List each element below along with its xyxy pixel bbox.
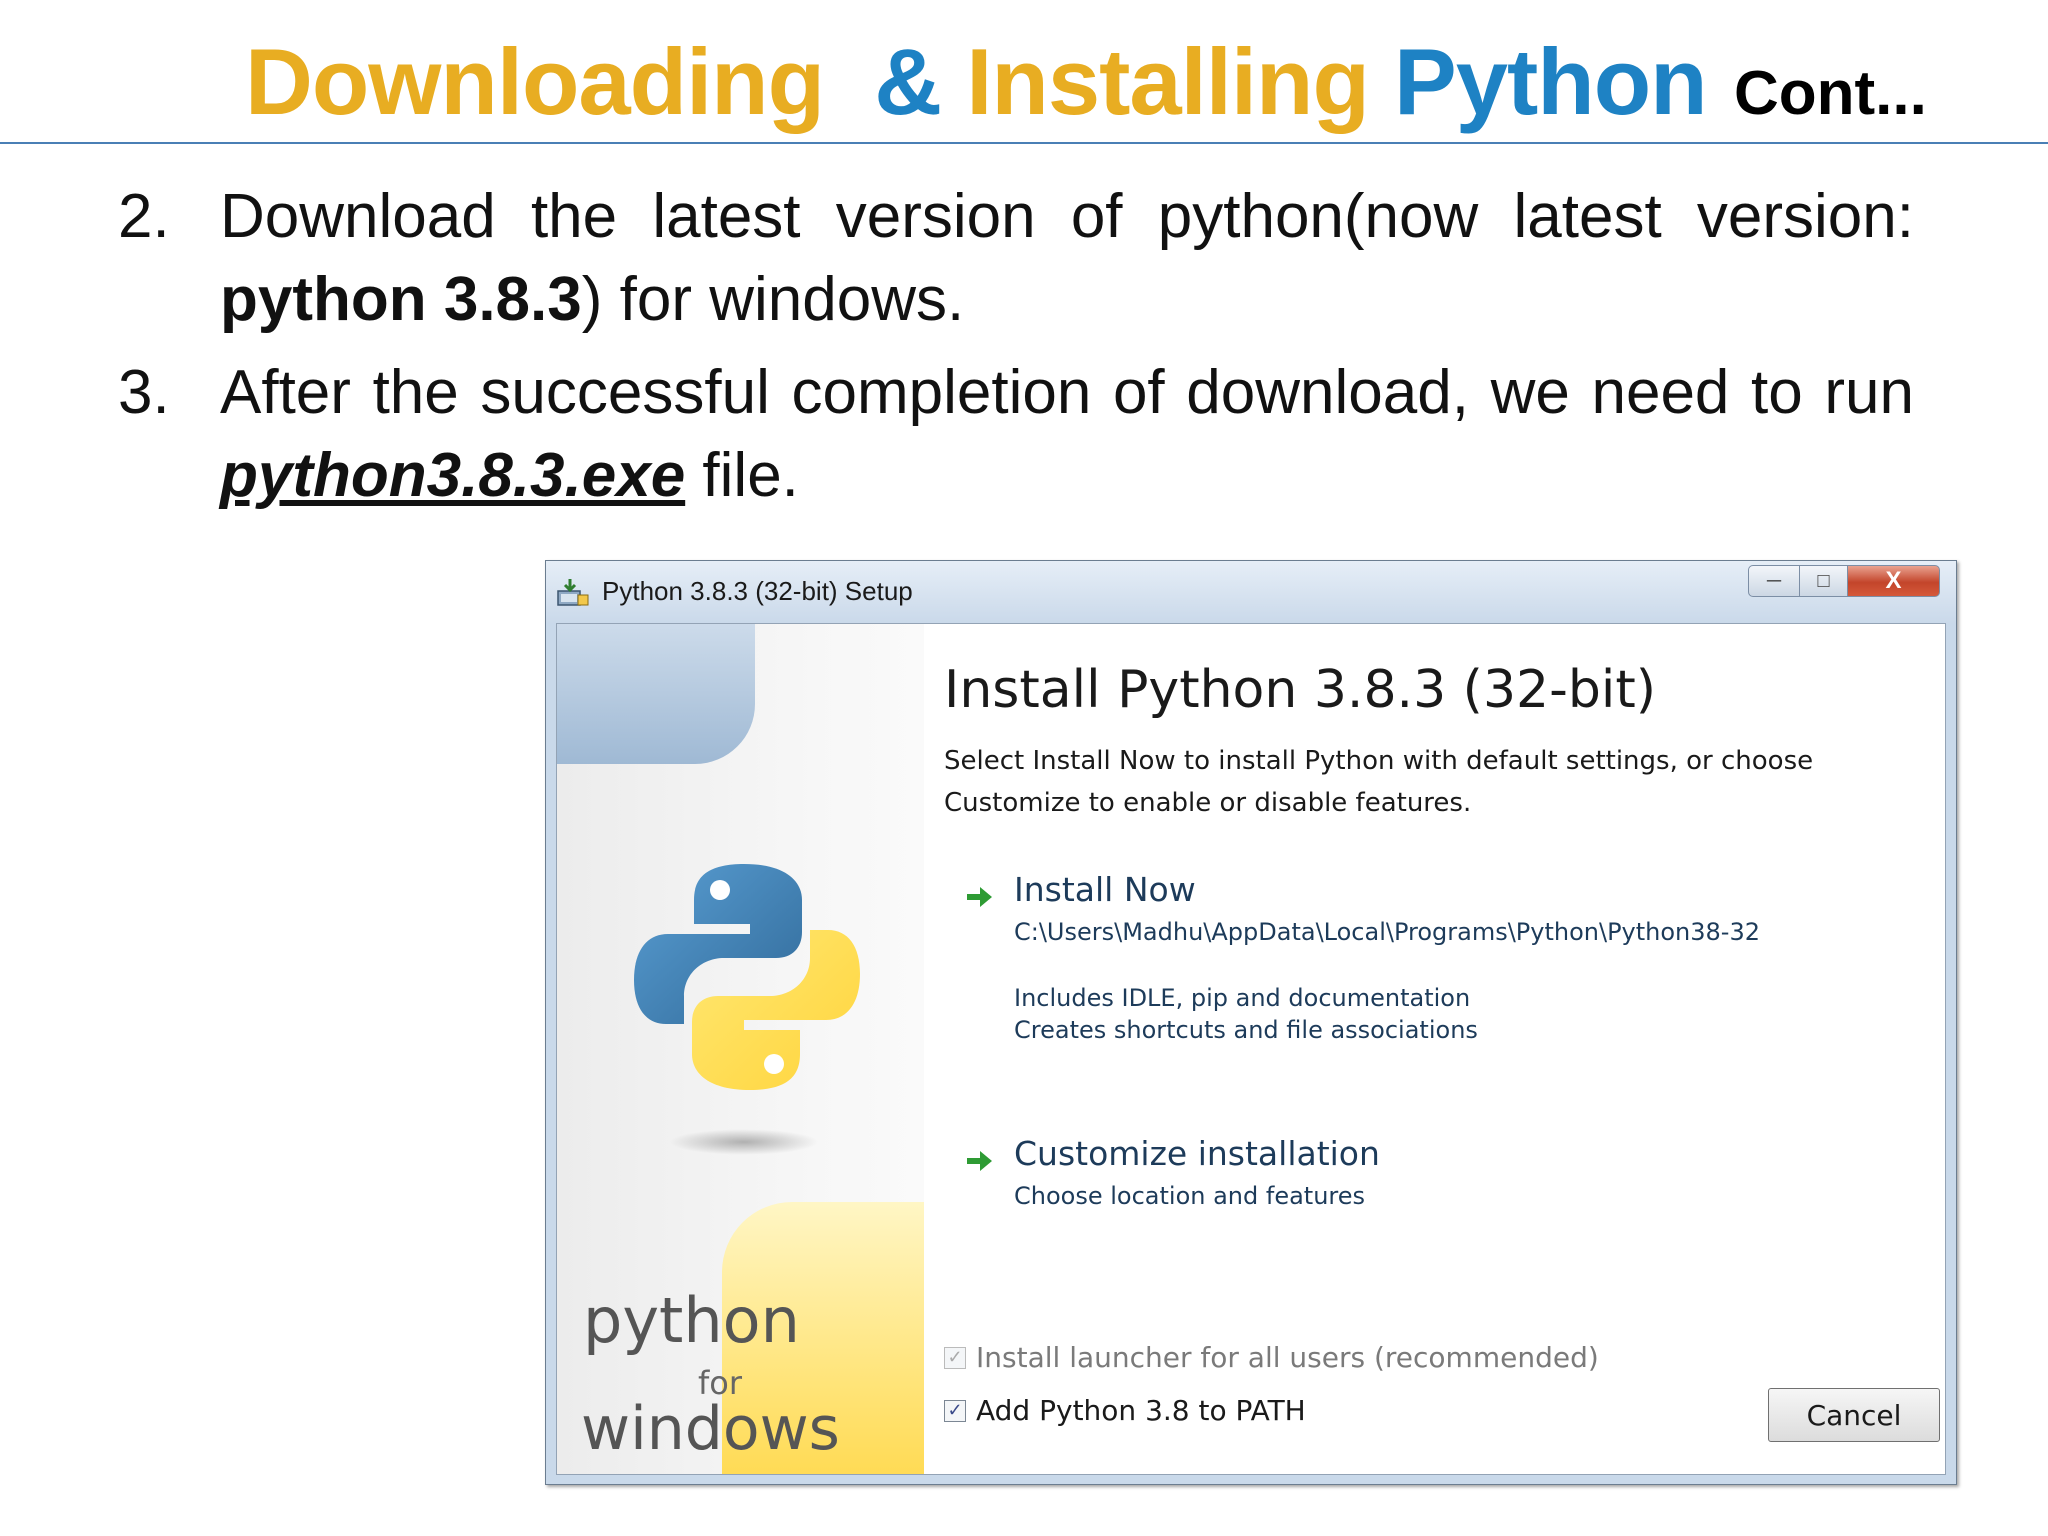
python-logo-icon xyxy=(634,864,860,1090)
dialog-titlebar[interactable]: Python 3.8.3 (32-bit) Setup ─ □ X xyxy=(546,561,1956,623)
dialog-description: Select Install Now to install Python wit… xyxy=(944,740,1813,824)
green-arrow-icon xyxy=(967,1151,992,1171)
step-number: 2. xyxy=(118,182,170,251)
step-text: Download the latest version of python(no… xyxy=(220,175,1914,341)
install-note: Creates shortcuts and file associations xyxy=(1014,1016,1478,1044)
title-word-downloading: Downloading xyxy=(245,29,825,134)
title-cont: Cont... xyxy=(1734,59,1927,128)
step-number: 3. xyxy=(118,358,170,427)
install-now-option[interactable]: Install Now C:\Users\Madhu\AppData\Local… xyxy=(964,870,1764,1060)
close-icon: X xyxy=(1885,567,1902,594)
install-launcher-label: Install launcher for all users (recommen… xyxy=(976,1341,1599,1374)
slide-title: Downloading & Installing Python Cont... xyxy=(0,18,2048,134)
list-item: 3. After the successful completion of do… xyxy=(118,351,1914,517)
step-version-bold: python 3.8.3 xyxy=(220,265,582,334)
customize-title: Customize installation xyxy=(1014,1134,1380,1173)
cancel-button[interactable]: Cancel xyxy=(1768,1388,1940,1442)
add-to-path-label: Add Python 3.8 to PATH xyxy=(976,1394,1306,1427)
dialog-client-area: python for windows Install Python 3.8.3 … xyxy=(556,623,1946,1475)
title-word-python: Python xyxy=(1394,29,1708,134)
installer-icon xyxy=(557,579,589,606)
title-word-installing: Installing xyxy=(966,29,1370,134)
install-now-title: Install Now xyxy=(1014,870,1196,909)
close-button[interactable]: X xyxy=(1848,565,1940,597)
description-line: Customize to enable or disable features. xyxy=(944,788,1472,818)
maximize-button[interactable]: □ xyxy=(1800,565,1848,597)
wordmark-windows: windows xyxy=(581,1394,840,1464)
dialog-main: Install Python 3.8.3 (32-bit) Select Ins… xyxy=(924,624,1945,1474)
maximize-icon: □ xyxy=(1817,569,1830,592)
slide-title-main: Downloading & Installing Python xyxy=(245,28,1708,136)
dialog-sidebar: python for windows xyxy=(557,624,924,1474)
title-ampersand: & xyxy=(874,29,942,134)
add-to-path-checkbox[interactable]: ✓ Add Python 3.8 to PATH xyxy=(944,1394,1306,1427)
minimize-button[interactable]: ─ xyxy=(1748,565,1800,597)
step-list: 2. Download the latest version of python… xyxy=(118,175,1914,527)
green-arrow-icon xyxy=(967,887,992,907)
step-text-part: file. xyxy=(685,441,799,510)
minimize-icon: ─ xyxy=(1766,569,1782,592)
description-line: Select Install Now to install Python wit… xyxy=(944,746,1814,776)
dialog-heading: Install Python 3.8.3 (32-bit) xyxy=(944,660,1657,720)
customize-subtitle: Choose location and features xyxy=(1014,1182,1366,1210)
decor-blue-shape xyxy=(557,624,755,764)
wordmark-python: python xyxy=(583,1284,800,1357)
step-exe-filename: python3.8.3.exe xyxy=(220,441,686,510)
step-text: After the successful completion of downl… xyxy=(220,351,1914,517)
title-divider xyxy=(0,142,2048,144)
list-item: 2. Download the latest version of python… xyxy=(118,175,1914,341)
install-note: Includes IDLE, pip and documentation xyxy=(1014,984,1471,1012)
window-controls: ─ □ X xyxy=(1748,565,1940,597)
step-text-part: After the successful completion of downl… xyxy=(220,358,1914,427)
install-path: C:\Users\Madhu\AppData\Local\Programs\Py… xyxy=(1014,918,1761,946)
install-launcher-checkbox[interactable]: ✓ Install launcher for all users (recomm… xyxy=(944,1341,1599,1374)
checkbox-check-icon: ✓ xyxy=(944,1346,966,1369)
dialog-window-title: Python 3.8.3 (32-bit) Setup xyxy=(602,576,913,606)
customize-installation-option[interactable]: Customize installation Choose location a… xyxy=(964,1134,1564,1224)
step-text-part: ) for windows. xyxy=(581,265,965,334)
checkbox-check-icon: ✓ xyxy=(944,1399,966,1422)
logo-shadow xyxy=(669,1129,819,1155)
step-text-part: Download the latest version of python(no… xyxy=(220,182,1914,251)
setup-dialog: Python 3.8.3 (32-bit) Setup ─ □ X python… xyxy=(545,560,1957,1485)
